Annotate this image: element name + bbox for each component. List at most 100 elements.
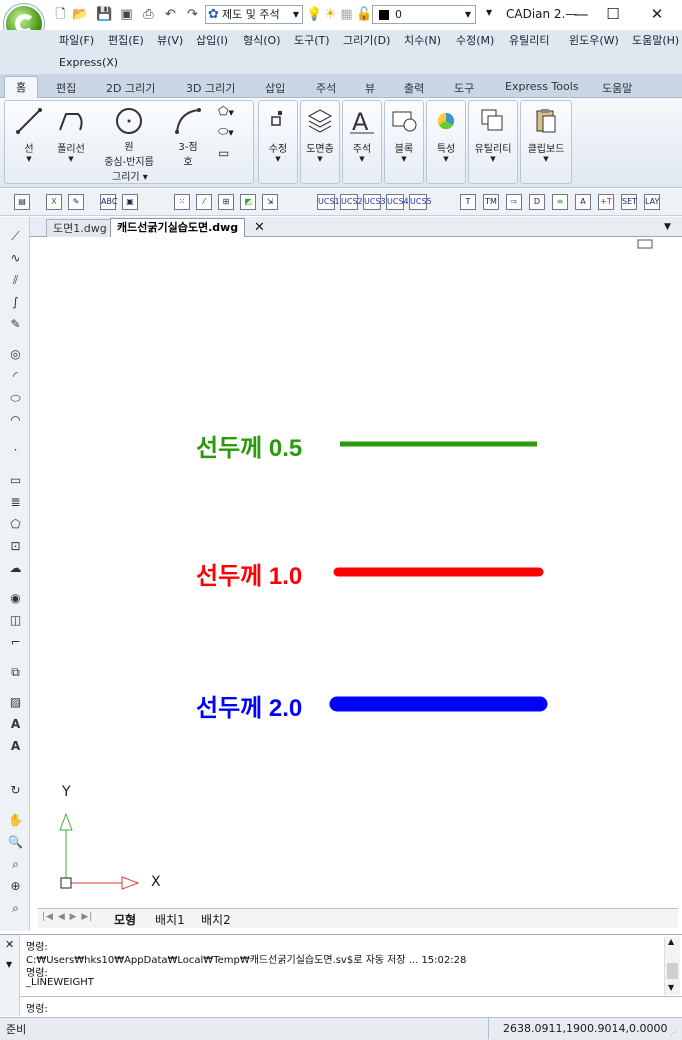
pan-hand-icon[interactable]: ✋ <box>7 812 24 829</box>
ucs2-icon[interactable]: UCS2 <box>340 194 363 210</box>
set-icon[interactable]: SET <box>621 194 637 210</box>
block-insert-icon[interactable]: ⧉ <box>7 664 24 681</box>
tab-home[interactable]: 홈 <box>4 76 38 99</box>
align-icon[interactable]: ≡ <box>552 194 568 210</box>
rectangle-icon[interactable]: ▭ <box>218 146 229 160</box>
line-button[interactable]: 선 ▼ <box>10 102 48 182</box>
layer-on-icon[interactable]: 💡 <box>306 6 323 23</box>
undo-icon[interactable]: ↶ <box>162 6 179 23</box>
save-as-icon[interactable]: ▣ <box>118 6 135 23</box>
elliptical-arc-icon[interactable]: ◠ <box>7 412 24 429</box>
layer-viewport-icon[interactable]: ▦ <box>338 6 355 23</box>
resize-grip-icon[interactable]: ⋰ <box>670 1028 678 1037</box>
menu-dimension[interactable]: 치수(N) <box>404 32 441 48</box>
line-icon[interactable]: ⟋ <box>7 228 24 245</box>
menu-utility[interactable]: 유틸리티 <box>509 32 549 48</box>
export-icon[interactable]: ⇨ <box>506 194 522 210</box>
close-command-window-icon[interactable]: ✕ <box>5 938 14 951</box>
ucs3-icon[interactable]: UCS3 <box>363 194 386 210</box>
command-options-icon[interactable]: ▼ <box>6 960 12 969</box>
text-box-icon[interactable]: A <box>575 194 591 210</box>
menu-express[interactable]: Express(X) <box>59 56 118 69</box>
tab-express-tools[interactable]: Express Tools <box>505 80 579 93</box>
menu-window[interactable]: 윈도우(W) <box>569 32 619 48</box>
tab-output[interactable]: 출력 <box>404 80 424 96</box>
cloud-icon[interactable]: ☁ <box>7 560 24 577</box>
close-tab-icon[interactable]: ✕ <box>254 220 265 235</box>
spell-check-icon[interactable]: ABC <box>100 194 117 210</box>
insert-text-icon[interactable]: +T <box>598 194 614 210</box>
tab-tools[interactable]: 도구 <box>454 80 474 96</box>
save-icon[interactable]: 💾 <box>96 6 113 23</box>
tab-3d-draw[interactable]: 3D 그리기 <box>186 80 235 96</box>
donut-icon[interactable]: ◉ <box>7 590 24 607</box>
menu-modify[interactable]: 수정(M) <box>456 32 494 48</box>
scroll-up-icon[interactable]: ▲ <box>668 937 674 946</box>
print-icon[interactable]: ⎙ <box>140 6 157 23</box>
sketch-icon[interactable]: ✎ <box>7 316 24 333</box>
clipboard-small-icon[interactable]: ▣ <box>122 194 138 210</box>
zoom-extents-icon[interactable]: ⊕ <box>7 878 24 895</box>
minimize-button[interactable]: — <box>566 2 596 26</box>
open-file-icon[interactable]: 📂 <box>72 6 89 23</box>
stacked-lines-icon[interactable]: ≣ <box>7 494 24 511</box>
layout-nav-arrows-icon[interactable]: |◀ ◀ ▶ ▶| <box>42 912 93 922</box>
ellipse-icon[interactable]: ⬭▼ <box>218 124 234 139</box>
wipeout-icon[interactable]: ◫ <box>7 612 24 629</box>
layer-tool-icon[interactable]: LAY <box>644 194 660 210</box>
arc-button[interactable]: 3-점 호 <box>166 102 210 182</box>
menu-tools[interactable]: 도구(T) <box>294 32 330 48</box>
arc-icon[interactable]: ◜ <box>7 368 24 385</box>
command-input[interactable]: 명령: <box>20 996 682 1016</box>
command-scrollbar[interactable]: ▲ ▼ <box>664 937 680 995</box>
redraw-icon[interactable]: ↻ <box>7 782 24 799</box>
design-center-icon[interactable]: ▤ <box>14 194 30 210</box>
modify-button[interactable]: 수정 ▼ <box>258 102 298 182</box>
customize-toolbar-icon[interactable]: ▼ <box>486 8 492 17</box>
tab-help[interactable]: 도움말 <box>602 80 632 96</box>
clipboard-button[interactable]: 클립보드 ▼ <box>520 102 572 182</box>
menu-draw[interactable]: 그리기(D) <box>343 32 390 48</box>
tab-view[interactable]: 뷰 <box>365 80 375 96</box>
utility-button[interactable]: 유틸리티 ▼ <box>468 102 518 182</box>
text-export-icon[interactable]: T <box>460 194 476 210</box>
draw-group-label[interactable]: 그리기 ▾ <box>112 168 148 183</box>
doc-tab-active[interactable]: 캐드선굵기실습도면.dwg <box>110 218 246 237</box>
spline-icon[interactable]: ∫ <box>7 294 24 311</box>
block-button[interactable]: 블록 ▼ <box>384 102 424 182</box>
layer-select-dropdown[interactable]: 0 ▼ <box>372 5 476 24</box>
properties-button[interactable]: 특성 ▼ <box>426 102 466 182</box>
region-icon[interactable]: ⊡ <box>7 538 24 555</box>
tab-list-chevron-icon[interactable]: ▼ <box>664 222 671 232</box>
tab-model[interactable]: 모형 <box>114 911 136 928</box>
select-add-icon[interactable]: ⊞ <box>218 194 234 210</box>
edit-note-icon[interactable]: ✎ <box>68 194 84 210</box>
group-icon[interactable]: ◩ <box>240 194 256 210</box>
polygon-icon[interactable]: ⬠▼ <box>218 104 234 118</box>
doc-tab-drawing1[interactable]: 도면1.dwg <box>46 219 114 237</box>
fillet-icon[interactable]: ⌐ <box>7 634 24 651</box>
hatch-icon[interactable]: ▨ <box>7 694 24 711</box>
tab-layout1[interactable]: 배치1 <box>155 911 185 928</box>
ucs5-icon[interactable]: UCS5 <box>409 194 432 210</box>
close-button[interactable]: ✕ <box>642 2 672 26</box>
ucs1-icon[interactable]: UCS1 <box>317 194 340 210</box>
tab-insert[interactable]: 삽입 <box>265 80 285 96</box>
menu-insert[interactable]: 삽입(I) <box>196 32 228 48</box>
tab-edit[interactable]: 편집 <box>56 80 76 96</box>
point-icon[interactable]: · <box>7 442 24 459</box>
workspace-dropdown[interactable]: ✿ 제도 및 주석 ▼ <box>205 5 303 24</box>
zoom-icon[interactable]: 🔍 <box>7 834 24 851</box>
ucs4-icon[interactable]: UCS4 <box>386 194 409 210</box>
zoom-window-icon[interactable]: ⌕ <box>7 856 24 873</box>
select-window-icon[interactable]: ⇲ <box>262 194 278 210</box>
redo-icon[interactable]: ↷ <box>184 6 201 23</box>
maximize-button[interactable]: ☐ <box>598 2 628 26</box>
tab-annotation[interactable]: 주석 <box>316 80 336 96</box>
polyline-icon[interactable]: ∿ <box>7 250 24 267</box>
multiline-icon[interactable]: ⫽ <box>7 272 24 289</box>
dimension-tool-icon[interactable]: D <box>529 194 545 210</box>
layer-freeze-icon[interactable]: ☀ <box>322 6 339 23</box>
excel-icon[interactable]: X <box>46 194 62 210</box>
multiline-text-icon[interactable]: A <box>7 716 24 733</box>
